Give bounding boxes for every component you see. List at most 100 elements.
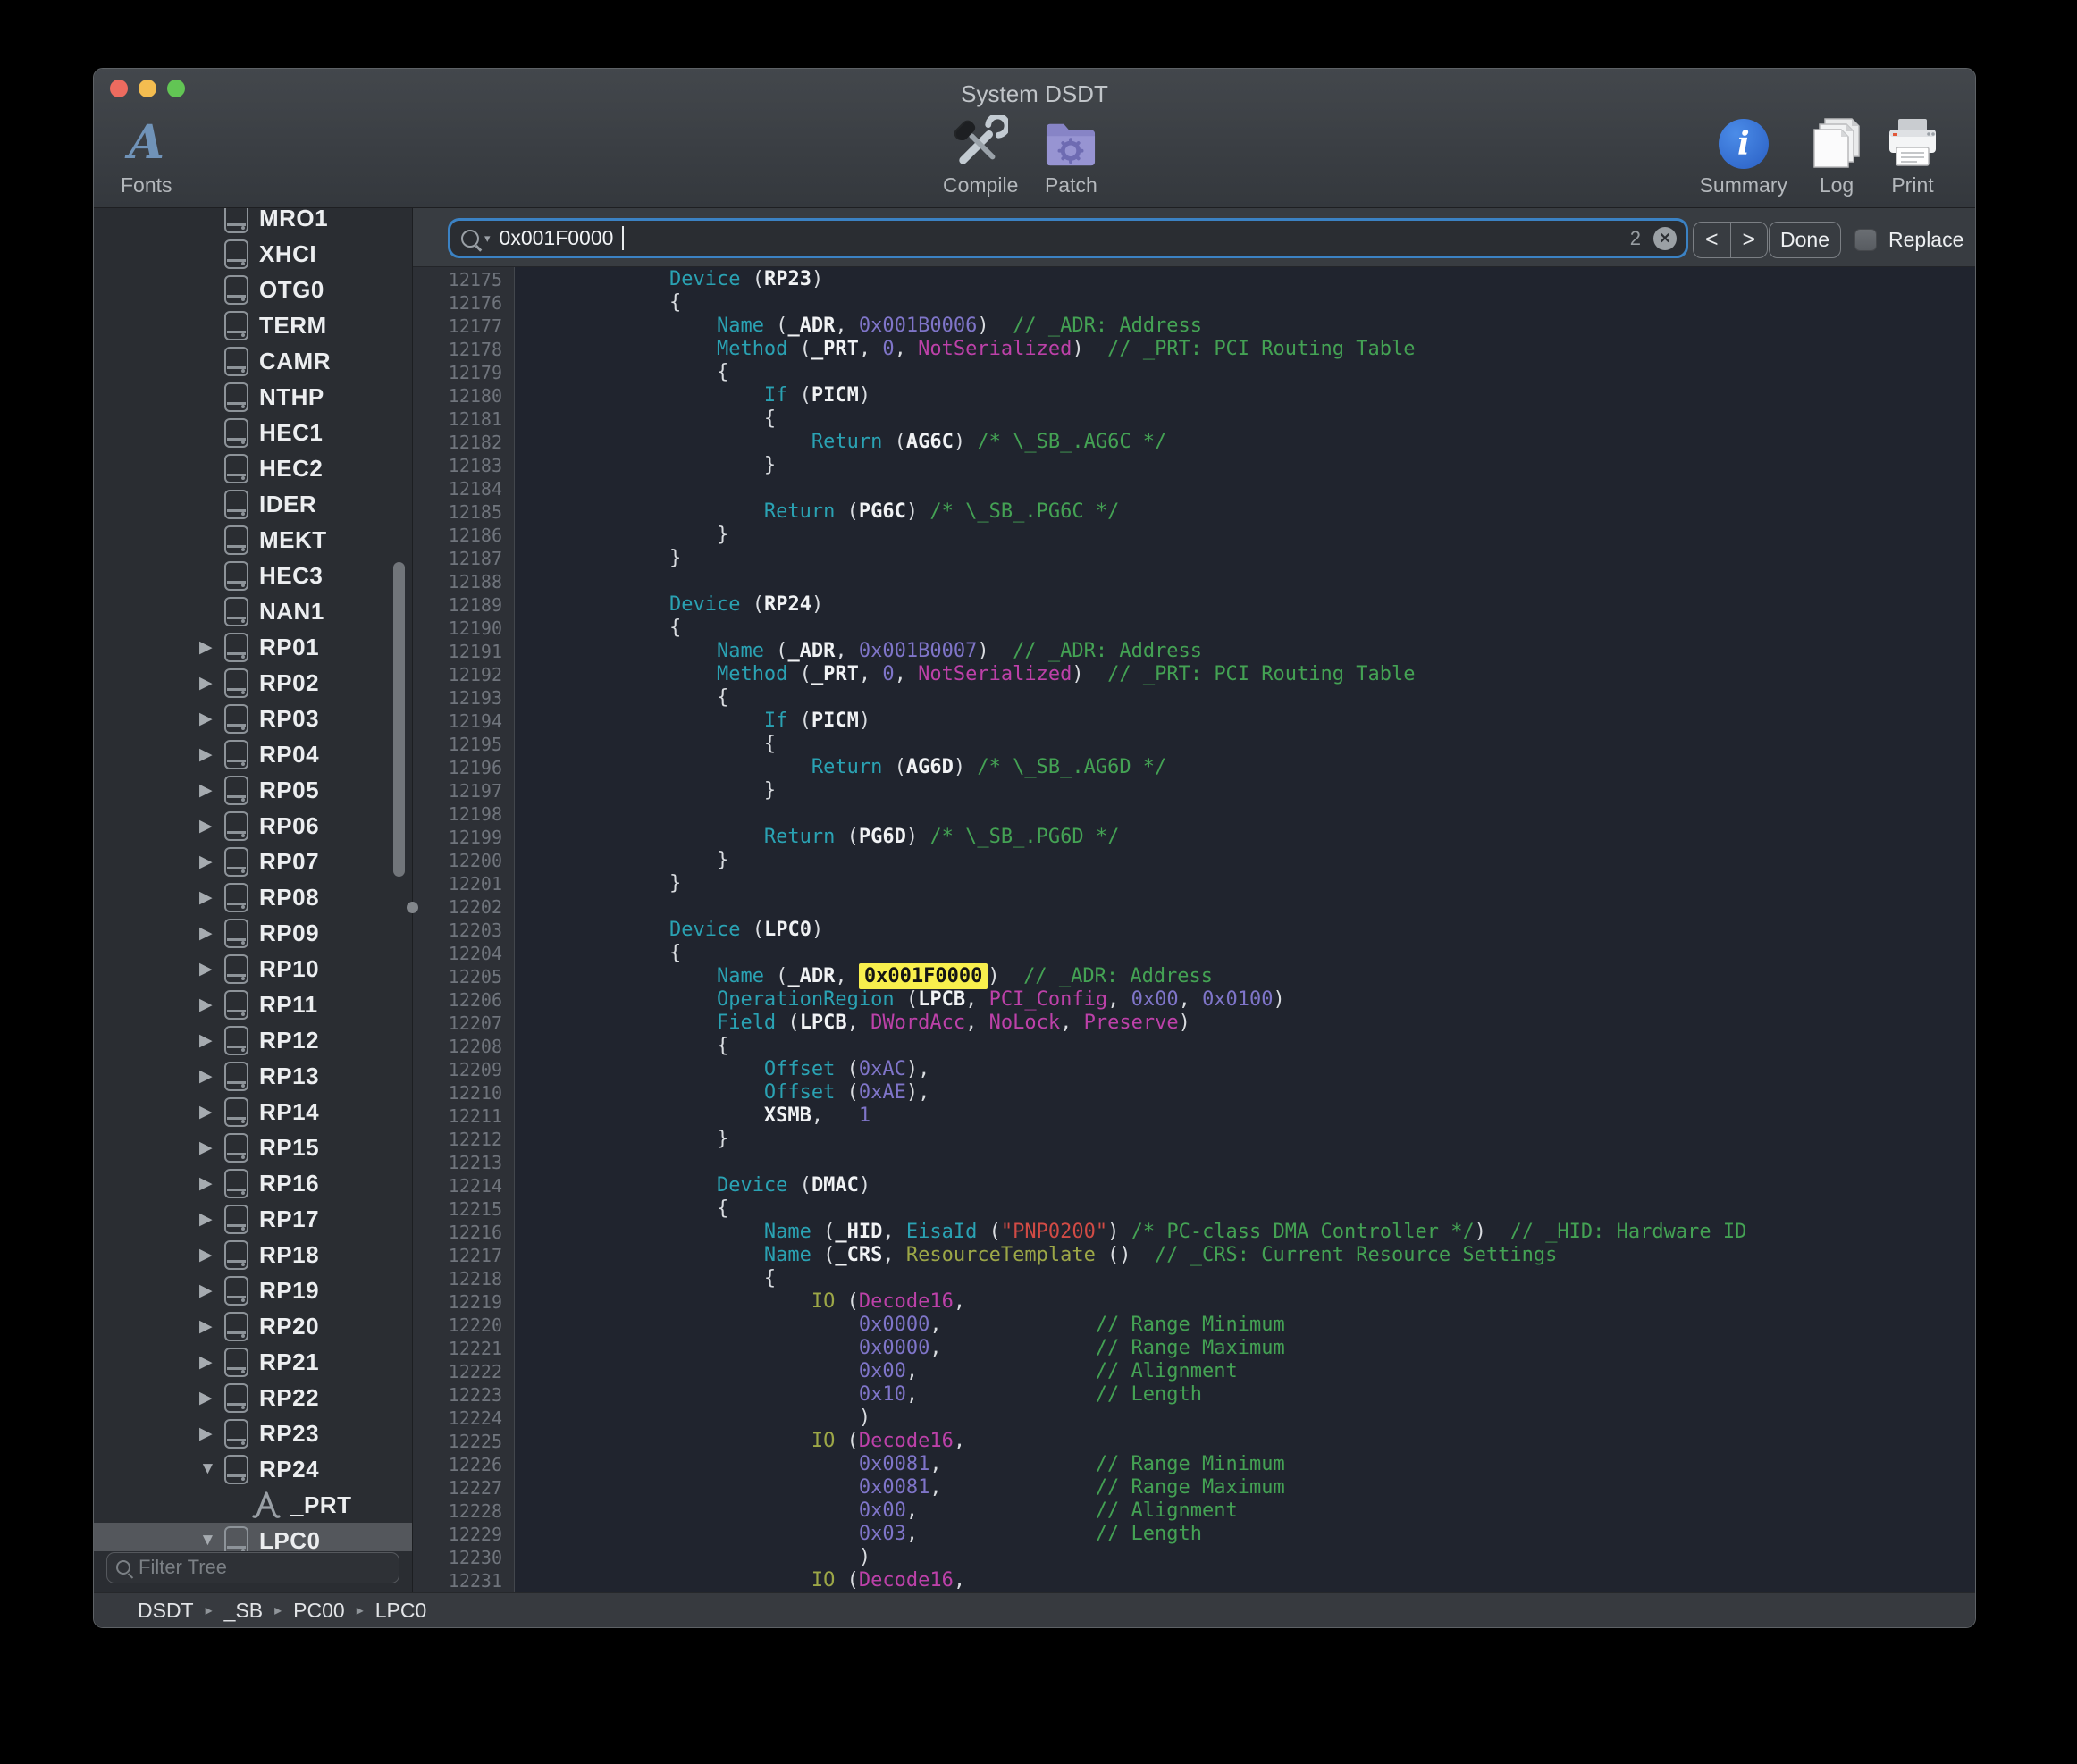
disclosure-triangle-icon[interactable]: ▶ bbox=[199, 1066, 224, 1087]
disclosure-triangle-icon[interactable]: ▶ bbox=[199, 1102, 224, 1122]
sidebar-item-rp10[interactable]: ▶RP10 bbox=[94, 951, 412, 987]
code-line[interactable]: 12227 0x0081, // Range Maximum bbox=[413, 1476, 1975, 1499]
sidebar-item-rp19[interactable]: ▶RP19 bbox=[94, 1273, 412, 1308]
sidebar-tree[interactable]: MRO1XHCIOTG0TERMCAMRNTHPHEC1HEC2IDERMEKT… bbox=[94, 208, 412, 1551]
code-line[interactable]: 12191 Name (_ADR, 0x001B0007) // _ADR: A… bbox=[413, 640, 1975, 663]
find-previous-button[interactable]: < bbox=[1694, 223, 1730, 257]
disclosure-triangle-icon[interactable]: ▶ bbox=[199, 780, 224, 801]
replace-checkbox[interactable] bbox=[1854, 229, 1877, 251]
sidebar-item-rp07[interactable]: ▶RP07 bbox=[94, 844, 412, 879]
sidebar-item-hec3[interactable]: HEC3 bbox=[94, 558, 412, 593]
code-line[interactable]: 12226 0x0081, // Range Minimum bbox=[413, 1453, 1975, 1476]
clear-search-button[interactable]: ✕ bbox=[1653, 227, 1677, 250]
disclosure-triangle-icon[interactable]: ▶ bbox=[199, 709, 224, 729]
sidebar-item-rp08[interactable]: ▶RP08 bbox=[94, 879, 412, 915]
disclosure-triangle-icon[interactable]: ▼ bbox=[199, 1531, 224, 1550]
disclosure-triangle-icon[interactable]: ▶ bbox=[199, 744, 224, 765]
sidebar-item-rp01[interactable]: ▶RP01 bbox=[94, 629, 412, 665]
sidebar-item-rp23[interactable]: ▶RP23 bbox=[94, 1415, 412, 1451]
sidebar-item-hec2[interactable]: HEC2 bbox=[94, 450, 412, 486]
code-line[interactable]: 12228 0x00, // Alignment bbox=[413, 1499, 1975, 1523]
disclosure-triangle-icon[interactable]: ▶ bbox=[199, 816, 224, 836]
disclosure-triangle-icon[interactable]: ▶ bbox=[199, 673, 224, 693]
code-line[interactable]: 12193 { bbox=[413, 686, 1975, 710]
code-line[interactable]: 12196 Return (AG6D) /* \_SB_.AG6D */ bbox=[413, 756, 1975, 779]
sidebar-item-rp20[interactable]: ▶RP20 bbox=[94, 1308, 412, 1344]
breadcrumb-item-_sb[interactable]: _SB bbox=[224, 1599, 263, 1623]
splitter-handle[interactable] bbox=[407, 902, 418, 913]
sidebar-item-rp05[interactable]: ▶RP05 bbox=[94, 772, 412, 808]
code-line[interactable]: 12184 bbox=[413, 477, 1975, 500]
disclosure-triangle-icon[interactable]: ▶ bbox=[199, 1245, 224, 1265]
disclosure-triangle-icon[interactable]: ▶ bbox=[199, 1424, 224, 1444]
code-line[interactable]: 12175 Device (RP23) bbox=[413, 268, 1975, 291]
sidebar-item-rp17[interactable]: ▶RP17 bbox=[94, 1201, 412, 1237]
code-line[interactable]: 12176 { bbox=[413, 291, 1975, 315]
patch-button[interactable]: Patch bbox=[1043, 113, 1098, 197]
sidebar-item-rp24[interactable]: ▼RP24 bbox=[94, 1451, 412, 1487]
disclosure-triangle-icon[interactable]: ▶ bbox=[199, 887, 224, 908]
disclosure-triangle-icon[interactable]: ▶ bbox=[199, 959, 224, 979]
code-line[interactable]: 12218 { bbox=[413, 1267, 1975, 1290]
code-line[interactable]: 12188 bbox=[413, 570, 1975, 593]
sidebar-item-rp02[interactable]: ▶RP02 bbox=[94, 665, 412, 701]
compile-button[interactable]: Compile bbox=[943, 113, 1018, 197]
disclosure-triangle-icon[interactable]: ▶ bbox=[199, 1352, 224, 1373]
code-line[interactable]: 12195 { bbox=[413, 733, 1975, 756]
code-line[interactable]: 12180 If (PICM) bbox=[413, 384, 1975, 407]
disclosure-triangle-icon[interactable]: ▼ bbox=[199, 1459, 224, 1479]
code-line[interactable]: 12178 Method (_PRT, 0, NotSerialized) //… bbox=[413, 338, 1975, 361]
code-line[interactable]: 12190 { bbox=[413, 617, 1975, 640]
code-line[interactable]: 12186 } bbox=[413, 524, 1975, 547]
code-line[interactable]: 12217 Name (_CRS, ResourceTemplate () //… bbox=[413, 1244, 1975, 1267]
disclosure-triangle-icon[interactable]: ▶ bbox=[199, 1138, 224, 1158]
find-next-button[interactable]: > bbox=[1730, 223, 1768, 257]
code-line[interactable]: 12200 } bbox=[413, 849, 1975, 872]
fonts-button[interactable]: A Fonts bbox=[121, 113, 172, 197]
disclosure-triangle-icon[interactable]: ▶ bbox=[199, 1316, 224, 1337]
code-line[interactable]: 12181 { bbox=[413, 407, 1975, 431]
code-line[interactable]: 12216 Name (_HID, EisaId ("PNP0200") /* … bbox=[413, 1221, 1975, 1244]
sidebar-item-rp16[interactable]: ▶RP16 bbox=[94, 1165, 412, 1201]
sidebar-item-ider[interactable]: IDER bbox=[94, 486, 412, 522]
disclosure-triangle-icon[interactable]: ▶ bbox=[199, 637, 224, 658]
code-line[interactable]: 12215 { bbox=[413, 1197, 1975, 1221]
sidebar-scrollbar[interactable] bbox=[393, 562, 405, 877]
sidebar-item-rp03[interactable]: ▶RP03 bbox=[94, 701, 412, 736]
disclosure-triangle-icon[interactable]: ▶ bbox=[199, 1281, 224, 1301]
code-line[interactable]: 12189 Device (RP24) bbox=[413, 593, 1975, 617]
code-line[interactable]: 12206 OperationRegion (LPCB, PCI_Config,… bbox=[413, 988, 1975, 1012]
code-line[interactable]: 12185 Return (PG6C) /* \_SB_.PG6C */ bbox=[413, 500, 1975, 524]
sidebar-item-mekt[interactable]: MEKT bbox=[94, 522, 412, 558]
sidebar-item-rp11[interactable]: ▶RP11 bbox=[94, 987, 412, 1022]
print-button[interactable]: Print bbox=[1886, 113, 1939, 197]
sidebar-item-nthp[interactable]: NTHP bbox=[94, 379, 412, 415]
code-line[interactable]: 12222 0x00, // Alignment bbox=[413, 1360, 1975, 1383]
disclosure-triangle-icon[interactable]: ▶ bbox=[199, 1030, 224, 1051]
code-line[interactable]: 12223 0x10, // Length bbox=[413, 1383, 1975, 1407]
sidebar-item-hec1[interactable]: HEC1 bbox=[94, 415, 412, 450]
code-line[interactable]: 12205 Name (_ADR, 0x001F0000) // _ADR: A… bbox=[413, 965, 1975, 988]
sidebar-item-rp12[interactable]: ▶RP12 bbox=[94, 1022, 412, 1058]
code-line[interactable]: 12202 bbox=[413, 895, 1975, 919]
sidebar-item-rp04[interactable]: ▶RP04 bbox=[94, 736, 412, 772]
code-line[interactable]: 12204 { bbox=[413, 942, 1975, 965]
code-line[interactable]: 12207 Field (LPCB, DWordAcc, NoLock, Pre… bbox=[413, 1012, 1975, 1035]
disclosure-triangle-icon[interactable]: ▶ bbox=[199, 995, 224, 1015]
code-line[interactable]: 12221 0x0000, // Range Maximum bbox=[413, 1337, 1975, 1360]
sidebar-item-xhci[interactable]: XHCI bbox=[94, 236, 412, 272]
disclosure-triangle-icon[interactable]: ▶ bbox=[199, 923, 224, 944]
sidebar-item-mro1[interactable]: MRO1 bbox=[94, 208, 412, 236]
code-line[interactable]: 12212 } bbox=[413, 1128, 1975, 1151]
code-line[interactable]: 12214 Device (DMAC) bbox=[413, 1174, 1975, 1197]
code-line[interactable]: 12199 Return (PG6D) /* \_SB_.PG6D */ bbox=[413, 826, 1975, 849]
code-line[interactable]: 12229 0x03, // Length bbox=[413, 1523, 1975, 1546]
filter-tree-input[interactable]: Filter Tree bbox=[106, 1552, 399, 1583]
code-line[interactable]: 12210 Offset (0xAE), bbox=[413, 1081, 1975, 1105]
breadcrumb-item-pc00[interactable]: PC00 bbox=[293, 1599, 345, 1623]
code-line[interactable]: 12194 If (PICM) bbox=[413, 710, 1975, 733]
sidebar-item-rp18[interactable]: ▶RP18 bbox=[94, 1237, 412, 1273]
code-line[interactable]: 12231 IO (Decode16, bbox=[413, 1569, 1975, 1592]
disclosure-triangle-icon[interactable]: ▶ bbox=[199, 1173, 224, 1194]
summary-button[interactable]: i Summary bbox=[1700, 113, 1787, 197]
